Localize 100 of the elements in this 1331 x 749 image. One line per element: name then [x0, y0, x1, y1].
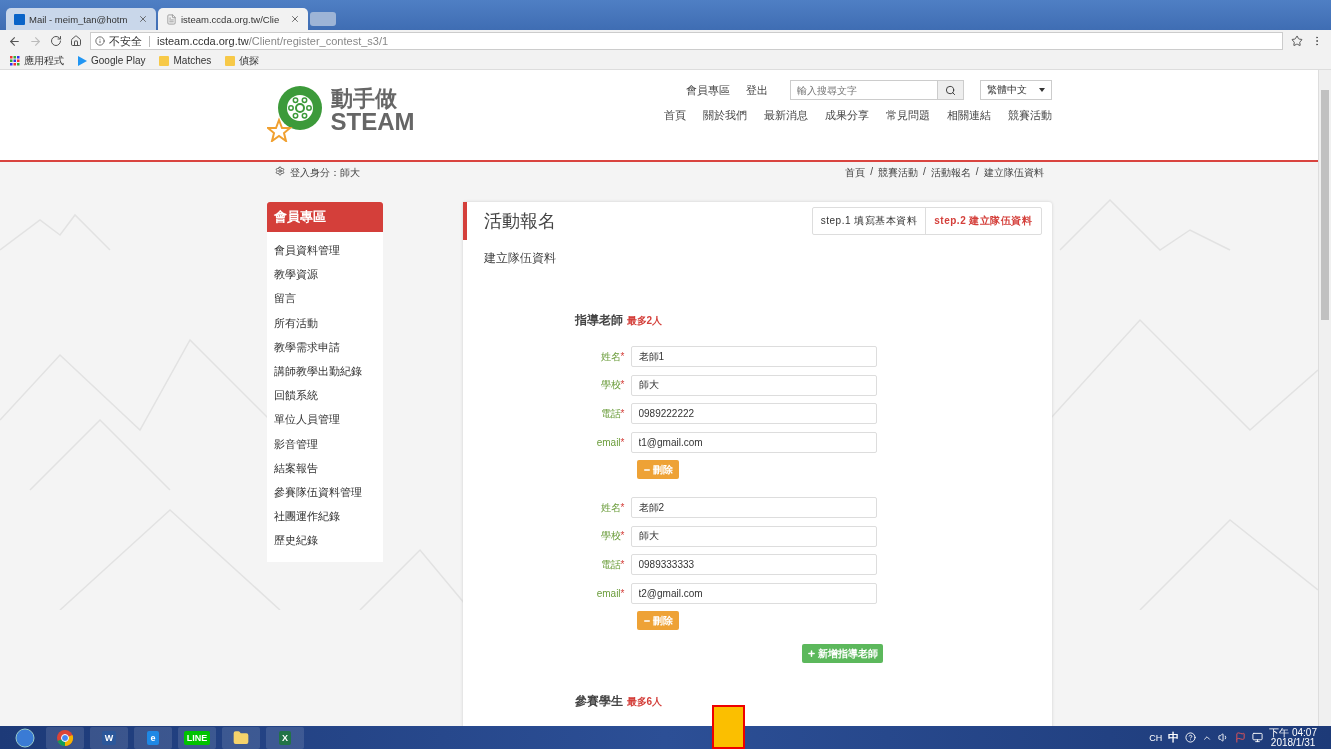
sidebar-item[interactable]: 所有活動: [266, 310, 383, 335]
search-field[interactable]: 輸入搜尋文字: [789, 80, 938, 100]
sidebar-title: 會員專區: [266, 202, 383, 232]
page-icon: [166, 13, 177, 25]
breadcrumb-link[interactable]: 活動報名: [930, 166, 971, 180]
close-icon[interactable]: [290, 14, 300, 24]
step-tab[interactable]: step.2 建立隊伍資料: [925, 208, 1041, 234]
home-icon[interactable]: [70, 35, 82, 47]
sidebar-item[interactable]: 留言: [266, 286, 383, 311]
login-status: 登入身分：師大: [289, 166, 360, 180]
card-subtitle: 建立隊伍資料: [483, 251, 556, 265]
input-language[interactable]: CH: [1149, 732, 1163, 743]
plus-icon: [806, 649, 816, 658]
tab-title: isteam.ccda.org.tw/Clie: [181, 13, 281, 25]
reload-icon[interactable]: [50, 35, 62, 47]
chrome-icon: [56, 728, 74, 747]
address-bar[interactable]: 不安全 isteam.ccda.org.tw/Client/register_contest_s3/1: [90, 32, 1283, 50]
breadcrumb-link[interactable]: 競賽活動: [877, 166, 918, 180]
input-field[interactable]: 0989222222: [630, 403, 877, 424]
taskbar-app-button[interactable]: e: [134, 726, 172, 749]
sidebar-item[interactable]: 參賽隊伍資料管理: [266, 479, 383, 505]
info-icon: [95, 36, 105, 46]
input-field[interactable]: 0989333333: [630, 554, 877, 575]
scrollbar[interactable]: [1318, 70, 1331, 726]
help-icon[interactable]: [1185, 732, 1197, 743]
sidebar-item[interactable]: 回饋系統: [266, 383, 383, 408]
breadcrumb-link[interactable]: 建立隊伍資料: [983, 166, 1044, 180]
input-field[interactable]: 師大: [630, 525, 877, 547]
security-label: 不安全: [109, 33, 142, 49]
sidebar-item[interactable]: 教學資源: [266, 262, 383, 287]
word-icon: W: [101, 730, 117, 745]
nav-link[interactable]: 首頁: [663, 108, 686, 123]
nav-link[interactable]: 最新消息: [763, 108, 808, 123]
header-link[interactable]: 登出: [745, 82, 768, 98]
tab-title: Mail - meim_tan@hotm: [29, 13, 129, 25]
nav-link[interactable]: 相關連結: [946, 108, 991, 123]
breadcrumb-link[interactable]: 首頁: [845, 166, 866, 180]
input-field[interactable]: t2@gmail.com: [630, 582, 877, 604]
browser-tab[interactable]: isteam.ccda.org.tw/Clie: [158, 8, 308, 30]
search-icon: [944, 84, 956, 96]
sidebar-item[interactable]: 單位人員管理: [266, 407, 383, 432]
nav-link[interactable]: 成果分享: [824, 108, 869, 123]
section-title: 參賽學生: [574, 693, 623, 710]
sidebar-item[interactable]: 教學需求申請: [266, 334, 383, 359]
section-title: 指導老師: [574, 312, 623, 329]
field-label: email*: [595, 587, 626, 599]
browser-tab[interactable]: Mail - meim_tan@hotm: [6, 8, 156, 30]
sidebar-item[interactable]: 講師教學出勤紀錄: [266, 358, 383, 384]
field-label: 電話*: [599, 406, 626, 421]
play-triangle-icon: [78, 55, 87, 66]
taskbar-app-button[interactable]: X: [266, 726, 304, 749]
breadcrumb-separator: /: [870, 166, 873, 179]
back-icon[interactable]: [8, 34, 21, 48]
bookmark-link[interactable]: Google Play: [78, 55, 146, 66]
input-field[interactable]: 老師1: [630, 346, 877, 367]
language-select[interactable]: 繁體中文: [979, 80, 1052, 100]
chat-app-icon: LINE: [183, 730, 211, 745]
nav-link[interactable]: 競賽活動: [1007, 108, 1052, 123]
clock[interactable]: 下午 04:07 2018/1/31: [1269, 727, 1317, 748]
input-field[interactable]: 師大: [630, 374, 877, 396]
card-title: 活動報名: [483, 210, 556, 233]
scrollbar-thumb[interactable]: [1321, 90, 1329, 320]
folder-icon: [159, 55, 170, 66]
field-label: 姓名*: [599, 349, 626, 364]
dropdown-caret-icon: [1038, 88, 1045, 92]
sidebar-item[interactable]: 會員資料管理: [266, 238, 383, 263]
bookmark-link[interactable]: 偵探: [225, 53, 260, 68]
close-icon[interactable]: [138, 14, 148, 24]
network-icon[interactable]: [1252, 732, 1264, 743]
sidebar-item[interactable]: 影音管理: [266, 431, 383, 456]
field-label: 電話*: [599, 557, 626, 572]
field-label: email*: [595, 436, 626, 448]
bookmark-link[interactable]: 應用程式: [10, 53, 64, 68]
spreadsheet-icon: X: [279, 730, 291, 745]
sidebar-item[interactable]: 結案報告: [266, 455, 383, 480]
browser-e-icon: e: [147, 730, 159, 745]
breadcrumb-separator: /: [975, 166, 979, 179]
gear-icon: [274, 166, 285, 176]
sidebar-item[interactable]: 歷史紀錄: [266, 528, 383, 553]
search-button[interactable]: [937, 80, 964, 100]
nav-link[interactable]: 常見問題: [885, 108, 930, 123]
highlight-marker: [712, 705, 745, 749]
header-link[interactable]: 會員專區: [685, 82, 730, 98]
bookmark-link[interactable]: Matches: [159, 55, 212, 66]
ime-indicator[interactable]: 中: [1168, 730, 1180, 745]
folder-icon: [225, 55, 236, 66]
field-label: 學校*: [599, 378, 626, 392]
folder-icon: [233, 729, 249, 746]
limit-note: 最多6人: [626, 695, 663, 709]
input-field[interactable]: t1@gmail.com: [630, 431, 877, 453]
taskbar-app-button[interactable]: W: [90, 726, 128, 749]
bookmark-star-icon[interactable]: [1291, 35, 1303, 47]
breadcrumb-separator: /: [922, 166, 926, 179]
step-tab[interactable]: step.1 填寫基本資料: [812, 208, 926, 234]
nav-link[interactable]: 關於我們: [702, 108, 747, 123]
mail-app-icon: [14, 13, 25, 25]
taskbar-app-button[interactable]: [222, 726, 260, 749]
sidebar-item[interactable]: 社團運作紀錄: [266, 504, 383, 529]
taskbar-app-button[interactable]: [46, 726, 84, 749]
input-field[interactable]: 老師2: [630, 497, 877, 518]
